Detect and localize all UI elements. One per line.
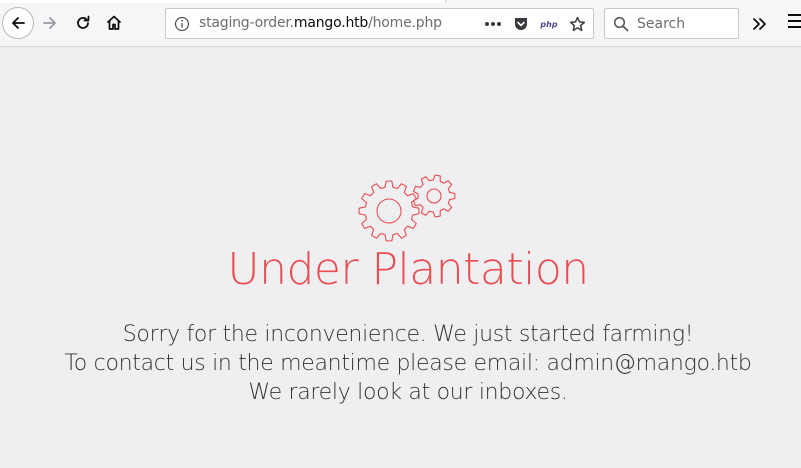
back-arrow-icon [12, 17, 25, 29]
notice-line-2: To contact us in the meantime please ema… [64, 351, 752, 376]
address-bar[interactable]: staging-order.mango.htb/home.php php [165, 8, 594, 39]
url-text[interactable]: staging-order.mango.htb/home.php [199, 15, 442, 31]
reload-icon [77, 15, 90, 29]
reload-button[interactable] [68, 8, 98, 38]
gears-icon [358, 174, 456, 242]
notice-message: Sorry for the inconvenience. We just sta… [0, 320, 801, 407]
info-icon[interactable] [174, 16, 190, 32]
home-button[interactable] [99, 8, 129, 38]
url-host: mango.htb [293, 15, 369, 31]
forward-button[interactable] [35, 8, 65, 38]
double-chevron-icon [753, 18, 766, 30]
browser-toolbar: staging-order.mango.htb/home.php php Sea… [0, 0, 801, 47]
forward-arrow-icon [43, 17, 56, 29]
notice-line-1: Sorry for the inconvenience. We just sta… [122, 322, 694, 347]
php-extension-icon[interactable]: php [539, 14, 559, 34]
search-icon [613, 16, 629, 32]
page-title: Under Plantation [227, 244, 589, 295]
search-placeholder: Search [637, 16, 686, 32]
page-actions-menu-icon[interactable] [483, 14, 503, 34]
page-content: Under Plantation Sorry for the inconveni… [0, 48, 801, 468]
bookmark-star-icon[interactable] [567, 14, 587, 34]
notice-line-3: We rarely look at our inboxes. [248, 380, 568, 405]
url-prefix: staging-order. [199, 15, 294, 31]
url-path: /home.php [368, 15, 442, 31]
pocket-icon[interactable] [511, 14, 531, 34]
overflow-menu-button[interactable] [748, 12, 772, 36]
page-actions: php [483, 14, 587, 34]
active-tab-indicator [0, 0, 446, 3]
search-bar[interactable]: Search [604, 8, 739, 39]
home-icon [106, 15, 122, 30]
hamburger-menu-icon[interactable] [786, 14, 801, 34]
back-button[interactable] [2, 7, 34, 39]
